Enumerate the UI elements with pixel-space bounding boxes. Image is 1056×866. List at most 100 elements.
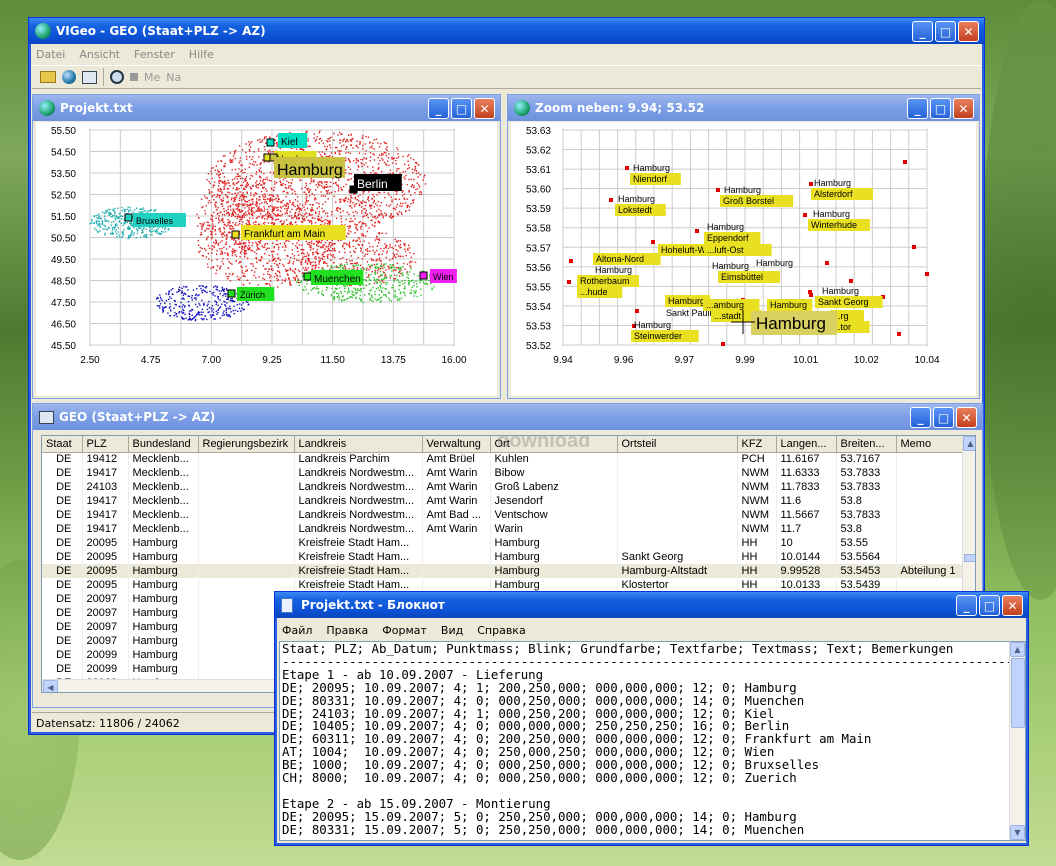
table-row[interactable]: DE 19417 Mecklenb... Landkreis Nordwestm...… bbox=[42, 494, 963, 508]
table-cell[interactable] bbox=[198, 452, 295, 466]
table-cell[interactable]: Amt Warin bbox=[422, 466, 491, 480]
zoom-point[interactable] bbox=[567, 280, 571, 284]
table-cell[interactable] bbox=[896, 480, 963, 494]
table-cell[interactable] bbox=[896, 578, 963, 592]
table-cell[interactable]: Landkreis Nordwestm... bbox=[294, 522, 423, 536]
city-marker[interactable] bbox=[266, 138, 275, 147]
table-cell[interactable]: 10.0144 bbox=[776, 550, 837, 564]
table-cell[interactable]: Klostertor bbox=[617, 578, 738, 592]
zoom-icon[interactable] bbox=[110, 70, 124, 84]
grid-minimize-button[interactable]: _ bbox=[910, 407, 931, 428]
table-row[interactable]: DE 19417 Mecklenb... Landkreis Nordwestm...… bbox=[42, 522, 963, 536]
zoom-point[interactable] bbox=[809, 182, 813, 186]
table-cell[interactable] bbox=[617, 508, 738, 522]
table-cell[interactable] bbox=[896, 522, 963, 536]
table-cell[interactable]: Kreisfreie Stadt Ham... bbox=[294, 564, 423, 578]
table-cell[interactable]: 9.99528 bbox=[776, 564, 837, 578]
table-cell[interactable]: 19417 bbox=[82, 522, 129, 536]
table-cell[interactable]: 19417 bbox=[82, 494, 129, 508]
table-cell[interactable]: DE bbox=[42, 578, 83, 592]
table-cell[interactable]: 10 bbox=[776, 536, 837, 550]
menu-format[interactable]: Формат bbox=[382, 624, 427, 637]
column-header[interactable]: KFZ bbox=[737, 436, 777, 453]
table-cell[interactable] bbox=[896, 494, 963, 508]
table-cell[interactable]: 19417 bbox=[82, 508, 129, 522]
city-marker[interactable] bbox=[231, 230, 240, 239]
table-cell[interactable]: Hamburg bbox=[490, 550, 618, 564]
table-cell[interactable]: NWM bbox=[737, 522, 777, 536]
table-cell[interactable]: Mecklenb... bbox=[128, 508, 199, 522]
table-cell[interactable]: Kuhlen bbox=[490, 452, 618, 466]
table-cell[interactable]: Groß Labenz bbox=[490, 480, 618, 494]
table-row[interactable]: DE 20095 Hamburg Kreisfreie Stadt Ham... Ham… bbox=[42, 564, 963, 578]
table-cell[interactable]: Amt Bad ... bbox=[422, 508, 491, 522]
column-header[interactable]: Bundesland bbox=[128, 436, 199, 453]
table-cell[interactable]: NWM bbox=[737, 480, 777, 494]
table-cell[interactable]: NWM bbox=[737, 508, 777, 522]
table-cell[interactable]: 11.7 bbox=[776, 522, 837, 536]
square-icon[interactable] bbox=[130, 73, 138, 81]
scroll-up-button[interactable]: ▲ bbox=[963, 436, 975, 451]
table-cell[interactable] bbox=[198, 466, 295, 480]
map-plot[interactable]: KielHamburgHamburgBerlinBruxellesFrankfu… bbox=[36, 122, 497, 396]
table-cell[interactable]: PCH bbox=[737, 452, 777, 466]
grid-close-button[interactable]: ✕ bbox=[956, 407, 977, 428]
zoom-point[interactable] bbox=[808, 290, 812, 294]
table-cell[interactable]: 53.5453 bbox=[836, 564, 897, 578]
column-header[interactable]: Verwaltung bbox=[422, 436, 491, 453]
menu-hilfe[interactable]: Hilfe bbox=[189, 48, 214, 61]
table-cell[interactable] bbox=[896, 452, 963, 466]
table-cell[interactable]: 53.7833 bbox=[836, 466, 897, 480]
notepad-text-area[interactable]: Staat; PLZ; Ab_Datum; Punktmass; Blink; … bbox=[279, 641, 1026, 841]
city-marker[interactable] bbox=[227, 289, 236, 298]
notepad-titlebar[interactable]: Projekt.txt - Блокнот _ □ ✕ bbox=[275, 592, 1028, 618]
table-cell[interactable]: Landkreis Nordwestm... bbox=[294, 480, 423, 494]
zoom-point[interactable] bbox=[925, 272, 929, 276]
table-cell[interactable]: 53.55 bbox=[836, 536, 897, 550]
grid-titlebar[interactable]: GEO (Staat+PLZ -> AZ) _ □ ✕ bbox=[33, 404, 982, 430]
table-cell[interactable]: 53.5564 bbox=[836, 550, 897, 564]
zoom-point[interactable] bbox=[849, 279, 853, 283]
table-cell[interactable] bbox=[617, 494, 738, 508]
table-row[interactable]: DE 19417 Mecklenb... Landkreis Nordwestm...… bbox=[42, 466, 963, 480]
menu-file[interactable]: Файл bbox=[282, 624, 312, 637]
zoom-point[interactable] bbox=[635, 309, 639, 313]
table-cell[interactable]: HH bbox=[737, 564, 777, 578]
table-cell[interactable]: Hamburg bbox=[128, 648, 199, 662]
table-cell[interactable] bbox=[422, 564, 491, 578]
table-cell[interactable]: HH bbox=[737, 578, 777, 592]
table-cell[interactable]: 11.5667 bbox=[776, 508, 837, 522]
map-maximize-button[interactable]: □ bbox=[451, 98, 472, 119]
zoom-titlebar[interactable]: Zoom neben: 9.94; 53.52 _ □ ✕ bbox=[508, 95, 979, 121]
table-cell[interactable]: 53.5439 bbox=[836, 578, 897, 592]
table-cell[interactable]: Hamburg bbox=[128, 550, 199, 564]
table-cell[interactable]: Kreisfreie Stadt Ham... bbox=[294, 550, 423, 564]
city-marker[interactable] bbox=[303, 272, 312, 281]
table-cell[interactable] bbox=[896, 536, 963, 550]
table-cell[interactable]: Hamburg bbox=[490, 578, 618, 592]
menu-fenster[interactable]: Fenster bbox=[134, 48, 175, 61]
table-cell[interactable]: Mecklenb... bbox=[128, 466, 199, 480]
table-cell[interactable]: DE bbox=[42, 564, 83, 578]
table-cell[interactable] bbox=[198, 578, 295, 592]
table-row[interactable]: DE 19412 Mecklenb... Landkreis Parchim Amt B… bbox=[42, 452, 963, 466]
table-cell[interactable]: Landkreis Parchim bbox=[294, 452, 423, 466]
table-row[interactable]: DE 24103 Mecklenb... Landkreis Nordwestm...… bbox=[42, 480, 963, 494]
table-cell[interactable]: DE bbox=[42, 592, 83, 606]
city-marker[interactable] bbox=[419, 271, 428, 280]
table-cell[interactable]: Hamburg bbox=[128, 606, 199, 620]
table-cell[interactable]: HH bbox=[737, 550, 777, 564]
table-cell[interactable]: 53.8 bbox=[836, 522, 897, 536]
menu-ansicht[interactable]: Ansicht bbox=[79, 48, 120, 61]
table-row[interactable]: DE 20095 Hamburg Kreisfreie Stadt Ham... Ham… bbox=[42, 578, 963, 592]
column-header[interactable]: Regierungsbezirk bbox=[198, 436, 295, 453]
table-cell[interactable]: Sankt Georg bbox=[617, 550, 738, 564]
table-cell[interactable]: 53.7167 bbox=[836, 452, 897, 466]
table-cell[interactable]: Hamburg bbox=[490, 564, 618, 578]
toolbar-na-button[interactable]: Na bbox=[166, 71, 181, 84]
table-cell[interactable]: 20097 bbox=[82, 606, 129, 620]
table-cell[interactable]: Kreisfreie Stadt Ham... bbox=[294, 536, 423, 550]
minimize-button[interactable]: _ bbox=[912, 21, 933, 42]
table-cell[interactable] bbox=[198, 480, 295, 494]
notepad-close-button[interactable]: ✕ bbox=[1002, 595, 1023, 616]
